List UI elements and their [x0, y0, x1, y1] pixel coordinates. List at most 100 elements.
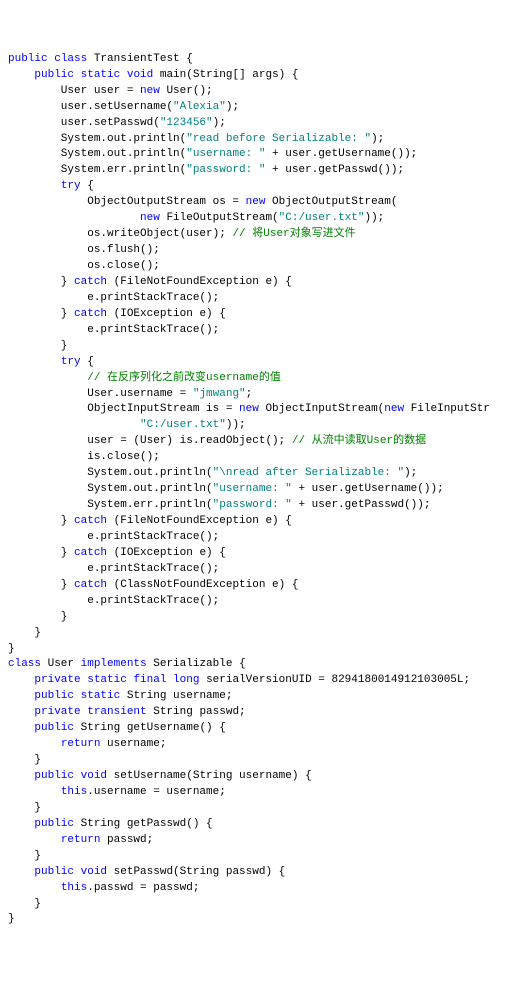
code-token: user.setUsername( — [8, 101, 173, 113]
code-token: this — [61, 882, 87, 894]
code-token: transient — [87, 706, 153, 718]
code-line: ObjectOutputStream os = new ObjectOutput… — [8, 195, 517, 211]
code-token: // 从流中读取User的数据 — [292, 435, 426, 447]
code-token: user.setPasswd( — [8, 117, 160, 129]
code-token: public — [8, 53, 54, 65]
code-token: void — [81, 866, 114, 878]
code-token: "\nread after Serializable: " — [213, 467, 404, 479]
code-line: user.setPasswd("123456"); — [8, 116, 517, 132]
code-token: (FileNotFoundException e) { — [114, 515, 292, 527]
code-line: os.flush(); — [8, 243, 517, 259]
code-token — [8, 722, 34, 734]
code-token: "jmwang" — [193, 388, 246, 400]
code-token: } — [8, 802, 41, 814]
code-token: } — [8, 579, 74, 591]
code-line: public static void main(String[] args) { — [8, 68, 517, 84]
code-token: ObjectOutputStream( — [272, 196, 397, 208]
code-token: user = (User) is.readObject(); — [8, 435, 292, 447]
code-token: catch — [74, 276, 114, 288]
code-line: System.err.println("password: " + user.g… — [8, 498, 517, 514]
code-token: return — [61, 834, 107, 846]
code-token: (IOException e) { — [114, 308, 226, 320]
code-token: catch — [74, 308, 114, 320]
code-line: is.close(); — [8, 450, 517, 466]
code-token: ObjectOutputStream os = — [8, 196, 246, 208]
code-line: class User implements Serializable { — [8, 657, 517, 673]
code-token: "C:/user.txt" — [279, 212, 365, 224]
code-token: System.err.println( — [8, 499, 213, 511]
code-token — [8, 882, 61, 894]
code-token: "Alexia" — [173, 101, 226, 113]
code-token: private — [34, 674, 87, 686]
code-line: // 在反序列化之前改变username的值 — [8, 371, 517, 387]
code-line: ObjectInputStream is = new ObjectInputSt… — [8, 402, 517, 418]
code-token: static — [81, 69, 127, 81]
code-token: (FileNotFoundException e) { — [114, 276, 292, 288]
code-token: new — [246, 196, 272, 208]
code-token: public — [34, 69, 80, 81]
code-line: this.passwd = passwd; — [8, 881, 517, 897]
code-line: e.printStackTrace(); — [8, 594, 517, 610]
code-token: "C:/user.txt" — [140, 419, 226, 431]
code-token: "read before Serializable: " — [186, 133, 371, 145]
code-line: "C:/user.txt")); — [8, 418, 517, 434]
code-token: // 在反序列化之前改变username的值 — [87, 372, 281, 384]
code-token: System.out.println( — [8, 467, 213, 479]
code-line: System.out.println("username: " + user.g… — [8, 482, 517, 498]
code-token — [8, 674, 34, 686]
code-token: new — [384, 403, 410, 415]
code-token: "password: " — [213, 499, 292, 511]
code-token: FileInputStr — [411, 403, 490, 415]
code-line: } catch (IOException e) { — [8, 546, 517, 562]
code-token — [8, 372, 87, 384]
code-token — [8, 770, 34, 782]
code-token: public — [34, 722, 80, 734]
code-line: new FileOutputStream("C:/user.txt")); — [8, 211, 517, 227]
code-token: ; — [246, 388, 253, 400]
code-line: System.err.println("password: " + user.g… — [8, 163, 517, 179]
code-token: new — [140, 212, 166, 224]
code-line: } — [8, 849, 517, 865]
code-token: final — [133, 674, 173, 686]
code-token: void — [127, 69, 160, 81]
code-token: public — [34, 770, 80, 782]
code-token — [8, 356, 61, 368]
code-line: } — [8, 339, 517, 355]
code-token: catch — [74, 547, 114, 559]
code-token — [8, 419, 140, 431]
code-token: os.writeObject(user); — [8, 228, 232, 240]
code-line: } catch (ClassNotFoundException e) { — [8, 578, 517, 594]
code-token: "123456" — [160, 117, 213, 129]
code-token: } — [8, 898, 41, 910]
code-token: } — [8, 340, 67, 352]
code-token: System.out.println( — [8, 148, 186, 160]
code-token: System.out.println( — [8, 483, 213, 495]
code-line: } — [8, 610, 517, 626]
code-token — [8, 866, 34, 878]
code-token: serialVersionUID = 8294180014912103005L; — [206, 674, 470, 686]
code-line: User user = new User(); — [8, 84, 517, 100]
code-token: + user.getUsername()); — [265, 148, 417, 160]
code-token: )); — [226, 419, 246, 431]
code-line: System.out.println("\nread after Seriali… — [8, 466, 517, 482]
code-token: new — [239, 403, 265, 415]
code-token — [8, 706, 34, 718]
code-token: long — [173, 674, 206, 686]
code-token: { — [87, 180, 94, 192]
code-token: )); — [364, 212, 384, 224]
code-token: ObjectInputStream( — [265, 403, 384, 415]
code-line: } catch (FileNotFoundException e) { — [8, 275, 517, 291]
code-token: os.flush(); — [8, 244, 160, 256]
code-token: main(String[] args) { — [160, 69, 299, 81]
code-token: } — [8, 276, 74, 288]
code-token: } — [8, 627, 41, 639]
code-token: static — [81, 690, 127, 702]
code-line: System.out.println("read before Serializ… — [8, 132, 517, 148]
code-line: } — [8, 642, 517, 658]
code-token — [8, 690, 34, 702]
code-token: (ClassNotFoundException e) { — [114, 579, 299, 591]
code-line: public static String username; — [8, 689, 517, 705]
code-token — [8, 738, 61, 750]
code-token: } — [8, 643, 15, 655]
code-token: public — [34, 690, 80, 702]
